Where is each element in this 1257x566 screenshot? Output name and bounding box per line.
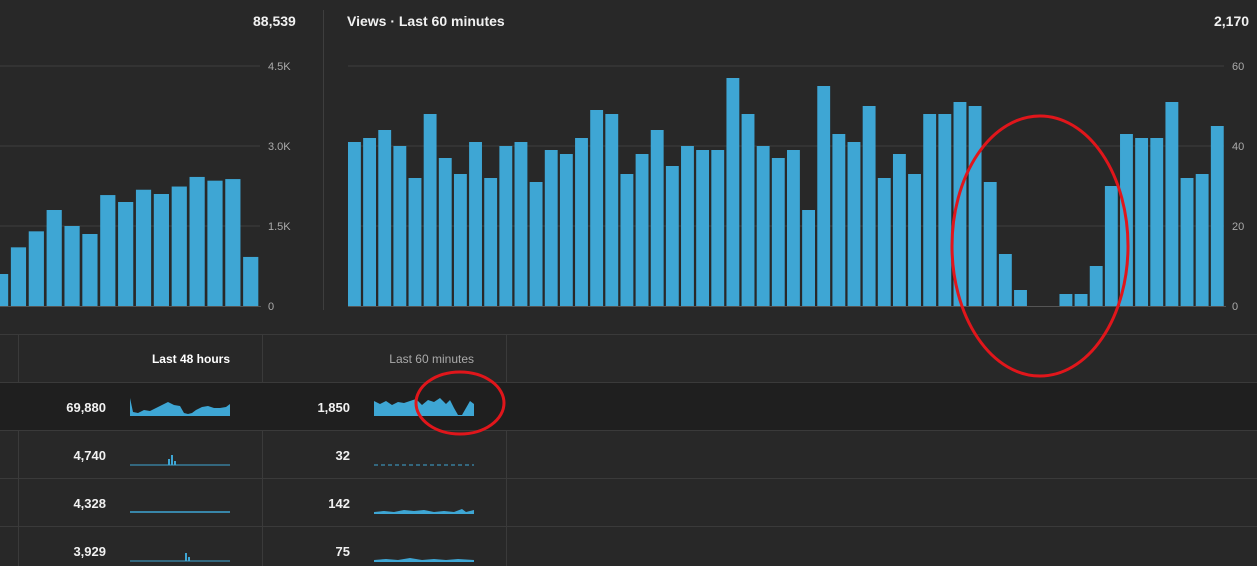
bar[interactable] (908, 174, 921, 306)
bar[interactable] (225, 179, 241, 306)
bar[interactable] (378, 130, 392, 306)
table-row-60m-value: 75 (335, 544, 350, 559)
y-tick-label: 0 (268, 301, 274, 313)
bar[interactable] (787, 150, 800, 306)
table-col-divider (18, 335, 19, 566)
y-tick-label: 60 (1232, 61, 1244, 73)
bar[interactable] (802, 210, 816, 306)
y-tick-label: 0 (1232, 301, 1238, 313)
bar[interactable] (189, 176, 205, 306)
bar[interactable] (0, 274, 9, 306)
bar[interactable] (575, 138, 588, 306)
bar[interactable] (64, 226, 80, 306)
header-last-60-minutes[interactable]: Last 60 minutes (360, 352, 474, 366)
bar[interactable] (559, 154, 573, 306)
bar[interactable] (82, 234, 98, 306)
y-tick-label: 3.0K (268, 141, 291, 153)
sparkline-60m (374, 558, 474, 562)
header-last-48-hours[interactable]: Last 48 hours (130, 352, 230, 366)
table-col-divider (262, 335, 263, 566)
bar[interactable] (363, 138, 377, 306)
bar[interactable] (650, 130, 664, 306)
sparkline-48h (130, 511, 230, 513)
sparkline-48h (130, 455, 230, 466)
table-row-48h-value: 3,929 (73, 544, 106, 559)
y-tick-label: 4.5K (268, 61, 291, 73)
table-row-60m-value: 142 (328, 496, 350, 511)
row-divider (0, 478, 1257, 479)
bar[interactable] (832, 134, 846, 306)
bar[interactable] (423, 114, 437, 306)
bar[interactable] (665, 166, 679, 306)
bar[interactable] (1165, 102, 1179, 306)
bar[interactable] (171, 186, 187, 306)
sparkline-48h (130, 398, 230, 416)
bar[interactable] (469, 142, 482, 306)
bar[interactable] (726, 78, 740, 306)
bar[interactable] (499, 146, 513, 306)
bar[interactable] (529, 182, 543, 306)
table-row-60m-value: 1,850 (317, 400, 350, 415)
sparkline-60m (374, 464, 474, 466)
bar[interactable] (847, 142, 861, 306)
bar[interactable] (544, 150, 558, 306)
bar[interactable] (28, 231, 44, 306)
bar[interactable] (620, 174, 634, 306)
table-row-48h-value: 69,880 (66, 400, 106, 415)
bar[interactable] (741, 114, 755, 306)
bar[interactable] (756, 146, 770, 306)
bar[interactable] (438, 158, 452, 306)
table-row-60m-value: 32 (335, 448, 350, 463)
bar[interactable] (771, 158, 785, 306)
bar[interactable] (590, 110, 604, 306)
y-tick-label: 40 (1232, 141, 1244, 153)
bar[interactable] (696, 150, 710, 306)
row-divider (0, 430, 1257, 431)
table-row-48h-value: 4,740 (73, 448, 106, 463)
bar[interactable] (635, 154, 649, 306)
sparkline-60m (374, 509, 474, 514)
bar[interactable] (892, 154, 906, 306)
bar[interactable] (100, 195, 116, 306)
bar[interactable] (711, 150, 725, 306)
row-divider (0, 526, 1257, 527)
bar[interactable] (817, 86, 831, 306)
y-tick-label: 20 (1232, 221, 1244, 233)
bar[interactable] (348, 142, 361, 306)
bar[interactable] (1180, 178, 1194, 306)
bar[interactable] (1210, 126, 1224, 306)
bar[interactable] (46, 210, 62, 306)
bar[interactable] (681, 146, 694, 306)
annotation-circle (414, 370, 506, 436)
bar[interactable] (408, 178, 422, 306)
bar[interactable] (135, 189, 152, 306)
bar[interactable] (484, 178, 498, 306)
bar[interactable] (605, 114, 619, 306)
y-tick-label: 1.5K (268, 221, 291, 233)
bar[interactable] (207, 180, 223, 306)
bar[interactable] (118, 202, 134, 306)
left-views-chart: 0 1.5K 3.0K 4.5K (0, 61, 291, 313)
annotation-circle (950, 114, 1130, 378)
bar[interactable] (1150, 138, 1164, 306)
sparkline-48h (130, 553, 230, 562)
table-row-48h-value: 4,328 (73, 496, 106, 511)
bar[interactable] (243, 256, 259, 306)
bar[interactable] (10, 247, 27, 306)
bar[interactable] (153, 194, 169, 306)
bar[interactable] (514, 142, 528, 306)
bar[interactable] (1195, 174, 1209, 306)
bar[interactable] (453, 174, 467, 306)
bar[interactable] (923, 114, 937, 306)
bar[interactable] (862, 106, 876, 306)
bar[interactable] (877, 178, 891, 306)
bar[interactable] (393, 146, 407, 306)
